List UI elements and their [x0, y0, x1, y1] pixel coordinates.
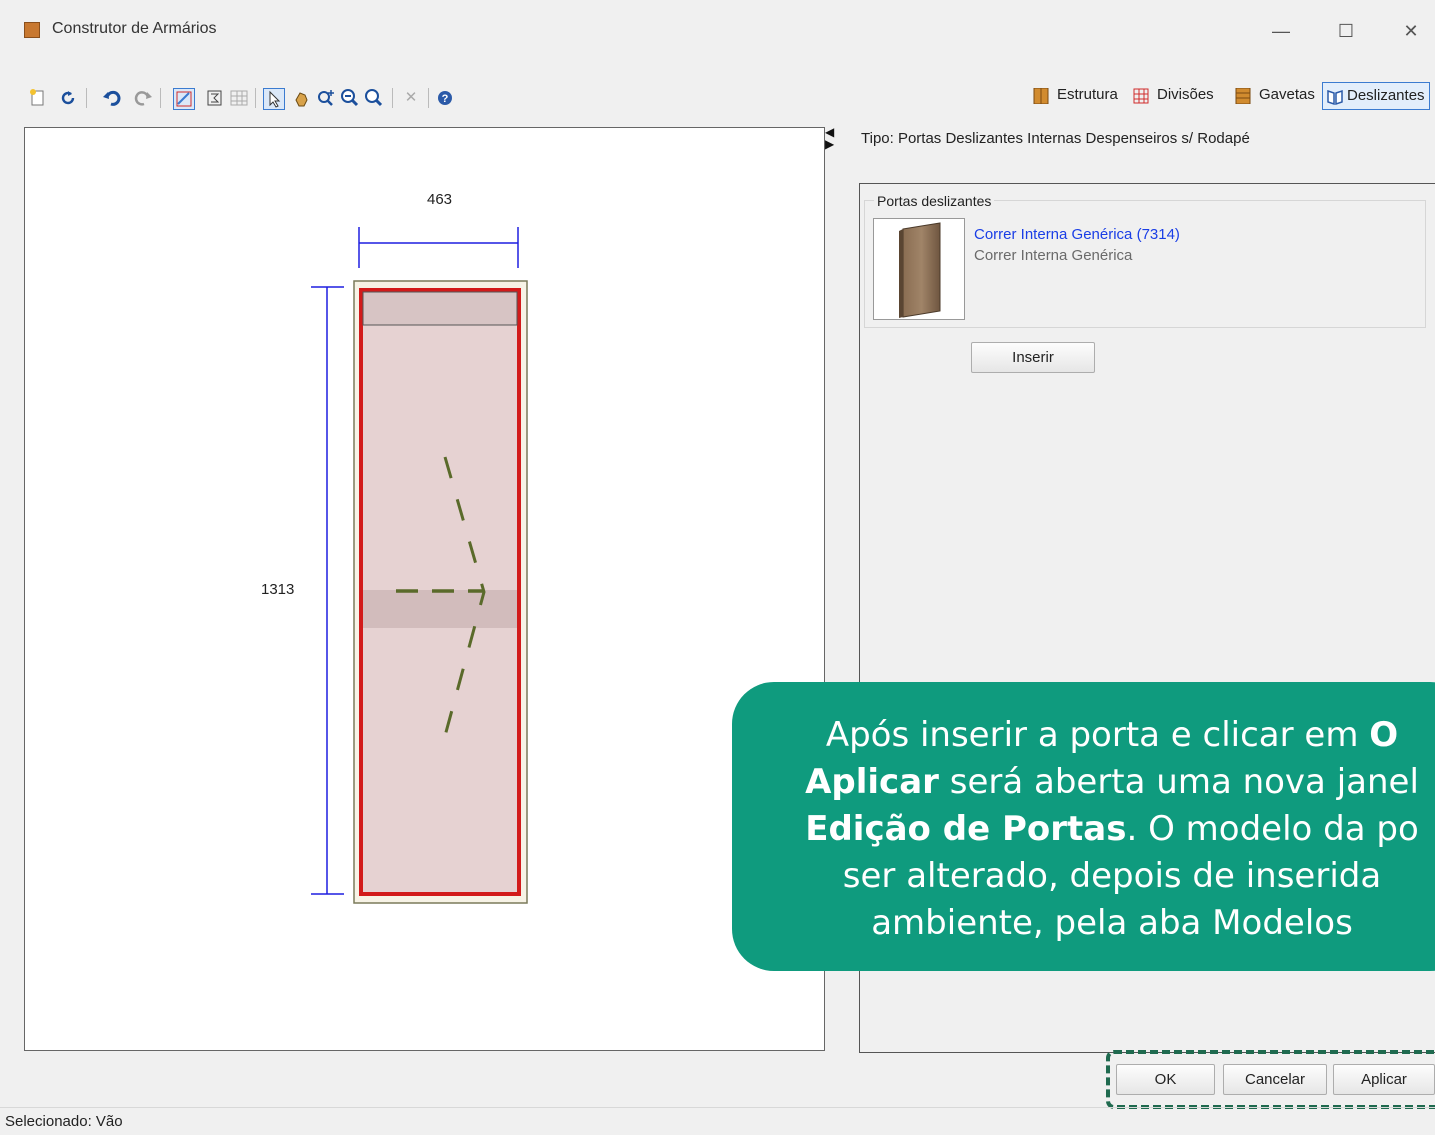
callout-line-2: Aplicar será aberta uma nova janel [805, 762, 1419, 802]
toolbar-separator [428, 88, 429, 108]
select-area-icon[interactable] [173, 88, 195, 110]
zoom-in-icon[interactable] [316, 88, 336, 108]
door-name-link[interactable]: Correr Interna Genérica (7314) [974, 226, 1180, 243]
sliding-doors-icon [1327, 88, 1343, 106]
callout-line-3: Edição de Portas. O modelo da po [805, 809, 1419, 849]
minimize-button[interactable]: — [1266, 18, 1296, 44]
tab-deslizantes-label: Deslizantes [1347, 87, 1425, 104]
app-icon [24, 22, 40, 38]
tab-estrutura[interactable]: Estrutura [1033, 82, 1118, 108]
undo-icon[interactable] [102, 88, 122, 108]
toolbar-separator [392, 88, 393, 108]
group-label: Portas deslizantes [874, 193, 995, 209]
drawers-icon [1235, 87, 1251, 105]
wardrobe-icon [1033, 87, 1049, 105]
sum-icon[interactable] [205, 88, 225, 108]
callout-line-4: ser alterado, depois de inserida [842, 856, 1382, 896]
cancel-button[interactable]: Cancelar [1223, 1064, 1327, 1095]
redo-icon[interactable] [133, 88, 153, 108]
wardrobe-drawing [311, 227, 528, 904]
tab-gavetas[interactable]: Gavetas [1235, 82, 1315, 108]
height-label: 1313 [261, 581, 295, 598]
tipo-label: Tipo: Portas Deslizantes Internas Despen… [861, 130, 1250, 147]
toolbar-separator [255, 88, 256, 108]
tab-divisoes-label: Divisões [1157, 86, 1214, 103]
toolbar-separator [160, 88, 161, 108]
status-bar-text: Selecionado: Vão [5, 1113, 123, 1130]
pointer-icon[interactable] [263, 88, 285, 110]
tab-deslizantes[interactable]: Deslizantes [1322, 82, 1430, 110]
tab-gavetas-label: Gavetas [1259, 86, 1315, 103]
insert-button[interactable]: Inserir [971, 342, 1095, 373]
help-icon[interactable]: ? [435, 88, 455, 108]
door-thumbnail[interactable] [873, 218, 965, 320]
toolbar-separator [86, 88, 87, 108]
grid-icon [1133, 87, 1149, 104]
delete-icon[interactable]: ✕ [401, 88, 421, 108]
svg-text:?: ? [442, 93, 449, 105]
tutorial-callout: Após inserir a porta e clicar em O Aplic… [732, 682, 1435, 971]
middle-band [363, 590, 517, 628]
top-rail [362, 291, 518, 326]
callout-line-5: ambiente, pela aba Modelos [871, 903, 1353, 943]
callout-line-1: Após inserir a porta e clicar em O [825, 715, 1399, 755]
zoom-out-icon[interactable] [340, 88, 360, 108]
drawing-canvas[interactable]: 463 1313 [24, 127, 825, 1051]
pan-icon[interactable] [292, 88, 312, 108]
new-icon[interactable] [28, 88, 48, 108]
grid-icon[interactable] [229, 88, 249, 108]
status-divider [0, 1107, 1435, 1108]
refresh-icon[interactable] [58, 88, 78, 108]
width-label: 463 [427, 191, 453, 208]
maximize-button[interactable]: ☐ [1331, 18, 1361, 44]
ok-button[interactable]: OK [1116, 1064, 1215, 1095]
tab-divisoes[interactable]: Divisões [1133, 82, 1214, 108]
window-title: Construtor de Armários [52, 20, 217, 37]
apply-button[interactable]: Aplicar [1333, 1064, 1435, 1095]
collapse-arrows-icon[interactable]: ◀ ▶ [825, 126, 834, 150]
tab-estrutura-label: Estrutura [1057, 86, 1118, 103]
zoom-fit-icon[interactable] [364, 88, 384, 108]
close-button[interactable]: ✕ [1396, 18, 1426, 44]
door-description: Correr Interna Genérica [974, 247, 1133, 264]
